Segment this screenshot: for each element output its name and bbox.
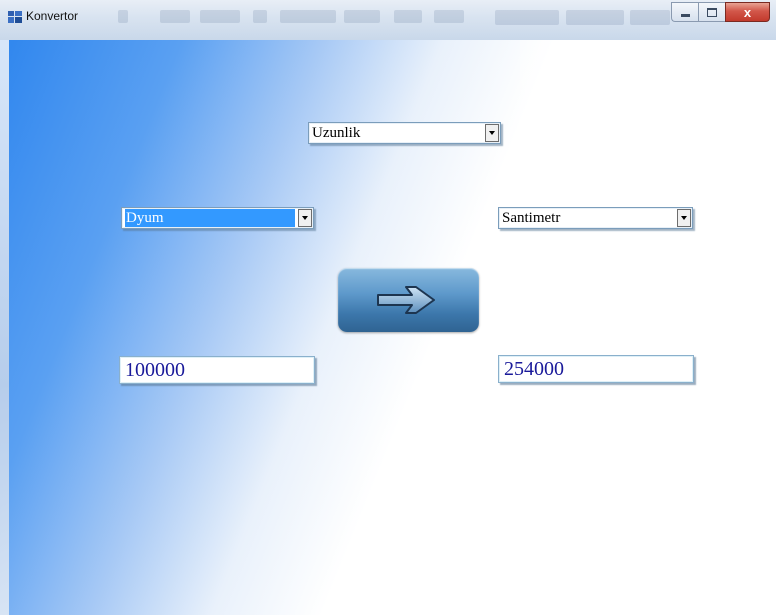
result-value-text: 254000 <box>504 358 564 380</box>
category-select[interactable]: Uzunlik <box>308 122 501 144</box>
background-decoration <box>434 10 464 23</box>
input-value-text: 100000 <box>125 359 185 381</box>
window-controls: x <box>671 2 770 22</box>
close-icon: x <box>743 4 752 20</box>
maximize-button[interactable] <box>698 2 725 22</box>
from-unit-dropdown-button[interactable] <box>298 209 312 227</box>
background-decoration <box>253 10 267 23</box>
background-decoration <box>495 10 559 25</box>
to-unit-select-value: Santimetr <box>502 210 561 226</box>
category-dropdown-button[interactable] <box>485 124 499 142</box>
close-button[interactable]: x <box>725 2 770 22</box>
background-decoration <box>630 10 670 25</box>
result-value-field[interactable]: 254000 <box>498 355 694 383</box>
background-decoration <box>160 10 190 23</box>
input-value-field[interactable]: 100000 <box>119 356 315 384</box>
background-decoration <box>566 10 624 25</box>
background-decoration <box>118 10 128 23</box>
to-unit-dropdown-button[interactable] <box>677 209 691 227</box>
background-decoration <box>280 10 336 23</box>
window-title: Konvertor <box>26 9 79 23</box>
title-bar[interactable]: Konvertor x <box>0 0 776 41</box>
arrow-right-icon <box>377 286 435 314</box>
minimize-button[interactable] <box>671 2 698 22</box>
from-unit-select-value: Dyum <box>125 209 295 227</box>
app-icon <box>8 10 22 23</box>
chevron-down-icon <box>302 216 308 220</box>
minimize-icon <box>680 13 690 17</box>
background-decoration <box>200 10 240 23</box>
chevron-down-icon <box>681 216 687 220</box>
convert-button[interactable] <box>338 268 479 332</box>
maximize-icon <box>707 7 717 17</box>
converter-panel: Uzunlik Dyum Santimetr 100000 254000 <box>0 40 776 615</box>
to-unit-select[interactable]: Santimetr <box>498 207 693 229</box>
background-decoration <box>394 10 422 23</box>
chevron-down-icon <box>489 131 495 135</box>
category-select-value: Uzunlik <box>312 125 361 141</box>
background-decoration <box>344 10 380 23</box>
from-unit-select[interactable]: Dyum <box>121 207 314 229</box>
